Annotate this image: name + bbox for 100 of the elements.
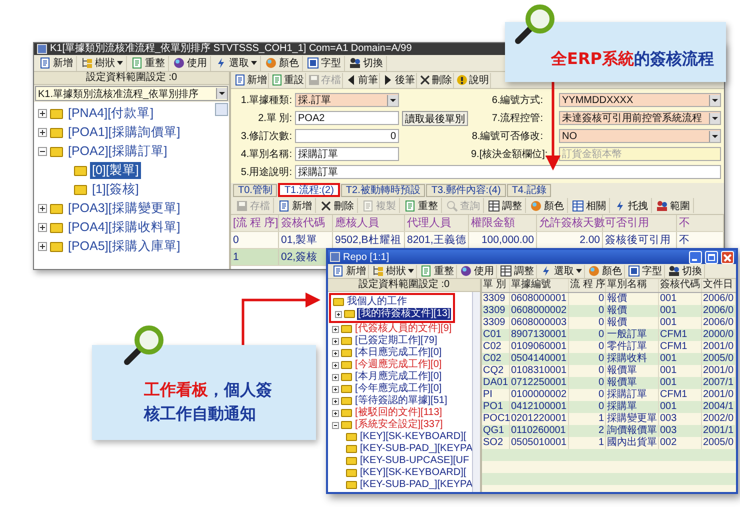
tab[interactable]: T4.記錄 xyxy=(506,184,552,197)
expand-toggle[interactable] xyxy=(332,398,339,404)
column-header[interactable]: 流 程 序 xyxy=(569,279,606,292)
column-header[interactable]: 允許簽核天數 xyxy=(537,215,603,231)
tree-item[interactable]: [等待簽認的單據][51] xyxy=(354,395,448,407)
tree-item[interactable]: [PNA4][付款單] xyxy=(66,105,156,122)
tab[interactable]: T0.管制 xyxy=(233,184,278,197)
expand-toggle[interactable] xyxy=(332,350,339,356)
toolbar-button[interactable]: 相關 xyxy=(569,198,610,213)
tree-item[interactable]: [我的待簽核文件][13] xyxy=(357,308,452,320)
input-field[interactable]: POA2 xyxy=(295,111,399,125)
tree-item[interactable]: [POA4][採購收料單] xyxy=(66,219,182,236)
toolbar-button[interactable]: 調整 xyxy=(485,198,526,213)
toolbar-button[interactable]: 選取 xyxy=(538,264,585,278)
toolbar-button[interactable]: 使用 xyxy=(170,56,211,70)
maximize-button[interactable] xyxy=(705,250,718,264)
toolbar-button[interactable]: 前筆 xyxy=(344,72,380,88)
expand-toggle[interactable] xyxy=(332,326,339,332)
expand-toggle[interactable] xyxy=(332,386,339,392)
toolbar-button[interactable]: 新增 xyxy=(36,56,77,70)
tree-item[interactable]: [今年應完成工作][0] xyxy=(354,383,443,395)
tree-item[interactable]: [KEY-SUB-PAD_][KEYPA xyxy=(359,479,474,491)
tab[interactable]: T3.郵件內容:(4) xyxy=(426,184,506,197)
column-header[interactable]: 可否引用 xyxy=(603,215,677,231)
column-header[interactable]: 簽核代碼 xyxy=(659,279,702,292)
column-header[interactable]: 單據編號 xyxy=(510,279,569,292)
tree-item[interactable]: [0][製單] xyxy=(90,162,141,179)
tree-item[interactable]: [今週應完成工作][0] xyxy=(354,359,443,371)
toolbar-button[interactable]: 調整 xyxy=(498,264,537,278)
tree-item[interactable]: [POA1][採購詢價單] xyxy=(66,124,182,141)
input-field[interactable]: 採購訂單 xyxy=(295,147,399,161)
toolbar-button[interactable]: 顏色 xyxy=(586,264,625,278)
expand-toggle[interactable] xyxy=(38,223,47,232)
toolbar-button[interactable]: 切換 xyxy=(666,264,705,278)
read-last-button[interactable]: 讀取最後單別 xyxy=(402,110,468,126)
tree-item[interactable]: [KEY][SK-KEYBOARD][ xyxy=(359,467,468,479)
input-field[interactable]: NO xyxy=(559,129,721,143)
toolbar-button[interactable]: 顏色 xyxy=(527,198,568,213)
expand-toggle[interactable] xyxy=(38,242,47,251)
expand-toggle[interactable] xyxy=(332,422,339,428)
toolbar-button[interactable]: 字型 xyxy=(304,56,345,70)
toolbar-button[interactable]: 說明 xyxy=(455,72,491,88)
tree-item[interactable]: [本月應完成工作][0] xyxy=(354,371,443,383)
column-header[interactable]: 單別名稱 xyxy=(606,279,659,292)
expand-toggle[interactable] xyxy=(332,362,339,368)
toolbar-button[interactable]: 新增 xyxy=(330,264,369,278)
toolbar-button[interactable]: 切換 xyxy=(346,56,387,70)
toolbar-button[interactable]: 重設 xyxy=(270,72,306,88)
input-field[interactable]: 採.訂單 xyxy=(295,93,399,107)
expand-toggle[interactable] xyxy=(332,410,339,416)
column-header[interactable]: 不 xyxy=(677,215,724,231)
column-header[interactable]: 代理人員 xyxy=(405,215,469,231)
table-row[interactable]: 0 01,製單 9502,B杜耀祖 8201,王義德 100,000.00 2.00 簽核後可引用 不 xyxy=(231,232,724,249)
tab[interactable]: T2.被動轉時預設 xyxy=(340,184,426,197)
toolbar-button[interactable]: 托拽 xyxy=(611,198,652,213)
column-header[interactable]: 權限金額 xyxy=(469,215,537,231)
toolbar-button[interactable]: 字型 xyxy=(626,264,665,278)
tree-item[interactable]: [KEY-SUB-PAD_][KEYPA xyxy=(359,443,474,455)
toolbar-button[interactable]: 使用 xyxy=(458,264,497,278)
toolbar-button[interactable]: 後筆 xyxy=(381,72,417,88)
expand-toggle[interactable] xyxy=(332,338,339,344)
column-header[interactable]: 文件日 xyxy=(702,279,736,292)
tree-item[interactable]: [POA3][採購變更單] xyxy=(66,200,182,217)
toolbar-button[interactable]: 顏色 xyxy=(262,56,303,70)
toolbar-button[interactable]: 重整 xyxy=(128,56,169,70)
range-dropdown[interactable]: K1.單據類別流核准流程_依單別排序 xyxy=(35,86,228,101)
column-header[interactable]: [流 程 序] xyxy=(231,215,279,231)
tree-item[interactable]: [被駁回的文件][113] xyxy=(354,407,444,419)
tree-item[interactable]: 我個人的工作 xyxy=(346,296,408,308)
minimize-button[interactable] xyxy=(689,250,702,264)
tab[interactable]: T1.流程:(2) xyxy=(278,183,340,197)
scrollbar[interactable] xyxy=(472,292,480,492)
column-header[interactable]: 單 別 xyxy=(482,279,510,292)
expand-toggle[interactable] xyxy=(38,128,47,137)
tree-item[interactable]: [代簽核人員的文件][9] xyxy=(354,323,453,335)
toolbar-button[interactable]: 刪除 xyxy=(418,72,454,88)
expand-toggle[interactable] xyxy=(38,109,47,118)
tree-item[interactable]: [POA2][採購訂單] xyxy=(66,143,170,160)
toolbar-button[interactable]: 選取 xyxy=(212,56,261,70)
toolbar-button[interactable]: 樹狀 xyxy=(370,264,417,278)
toolbar-button[interactable]: 刪除 xyxy=(317,198,358,213)
toolbar-button[interactable]: 重整 xyxy=(418,264,457,278)
input-field[interactable]: 未達簽核可引用前控管系統流程 xyxy=(559,111,721,125)
toolbar-button[interactable]: 重整 xyxy=(401,198,442,213)
expand-toggle[interactable] xyxy=(335,310,342,318)
input-field[interactable]: YYMMDDXXXX xyxy=(559,93,721,107)
tree-item[interactable]: [系統安全設定][337] xyxy=(354,419,444,431)
tree-item[interactable]: [KEY-SUB-UPCASE][UF xyxy=(359,455,470,467)
tree-item[interactable]: [1][簽核] xyxy=(90,181,141,198)
input-field[interactable]: 訂貨金額本幣 xyxy=(559,147,721,161)
column-header[interactable]: 應核人員 xyxy=(333,215,405,231)
tree-item[interactable]: [已簽定期工作][79] xyxy=(354,335,438,347)
tree-item[interactable]: [本日應完成工作][0] xyxy=(354,347,443,359)
expand-toggle[interactable] xyxy=(38,147,47,156)
expand-toggle[interactable] xyxy=(38,204,47,213)
input-field[interactable]: 採購訂單 xyxy=(295,165,721,179)
toolbar-button[interactable]: 新增 xyxy=(275,198,316,213)
toolbar-button[interactable]: 範圍 xyxy=(653,198,694,213)
input-field[interactable]: 0 xyxy=(295,129,399,143)
column-header[interactable]: 簽核代碼 xyxy=(279,215,333,231)
